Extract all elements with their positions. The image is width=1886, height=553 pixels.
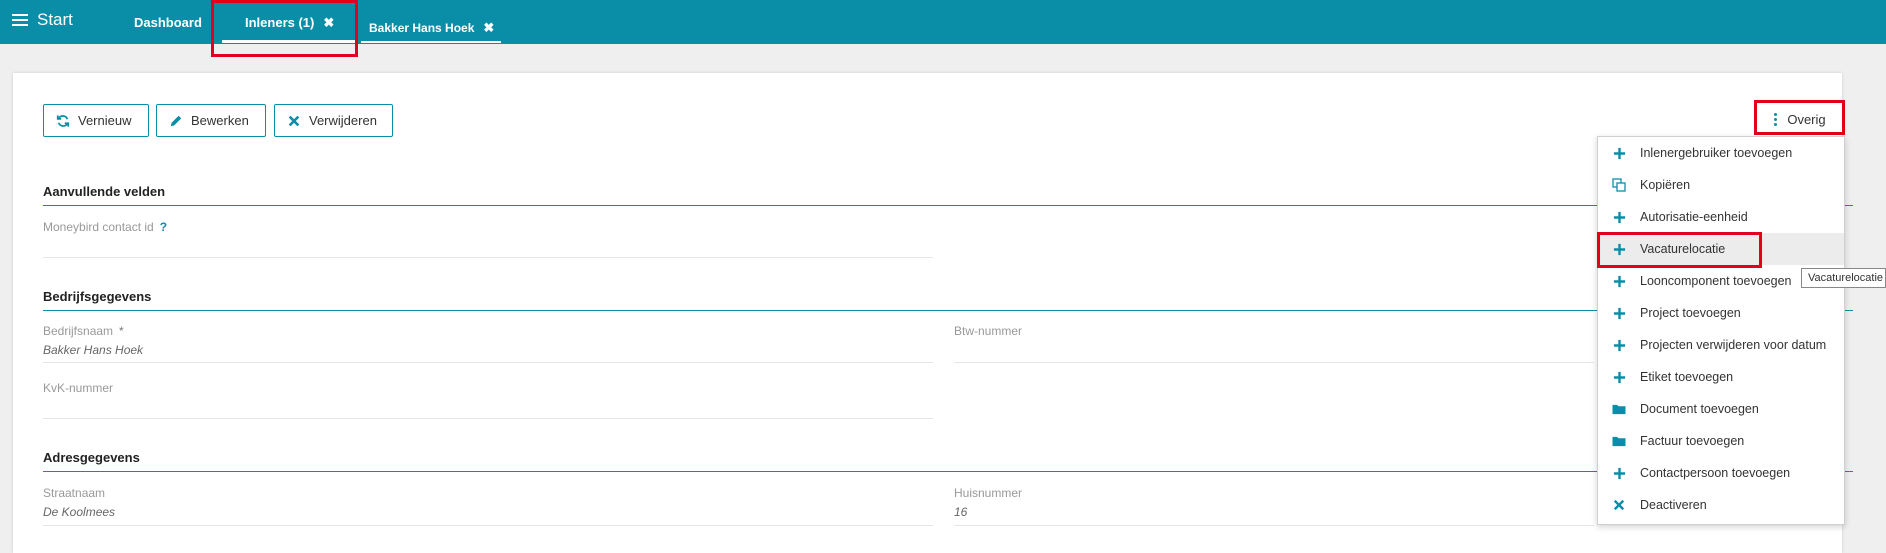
menu-item-label: Autorisatie-eenheid: [1640, 210, 1748, 224]
delete-button[interactable]: Verwijderen: [274, 104, 393, 137]
more-label: Overig: [1787, 111, 1826, 127]
moneybird-label-text: Moneybird contact id: [43, 220, 154, 234]
plus-icon: [1612, 210, 1626, 224]
section-divider: [43, 310, 1853, 311]
house-number-field: [954, 525, 1594, 526]
company-name-field: [43, 362, 933, 363]
menu-item-label: Project toevoegen: [1640, 306, 1741, 320]
folder-icon: [1612, 402, 1626, 416]
menu-item-label: Document toevoegen: [1640, 402, 1759, 416]
refresh-label: Vernieuw: [78, 113, 132, 128]
plus-icon: [1612, 146, 1626, 160]
x-icon: [1612, 498, 1626, 512]
more-vertical-icon: [1774, 111, 1778, 128]
menu-item-label: Kopiëren: [1640, 178, 1691, 192]
x-icon: [288, 115, 300, 126]
tab-bakker-hans-hoek[interactable]: Bakker Hans Hoek ✖: [369, 20, 494, 36]
menu-item-label: Contactpersoon toevoegen: [1640, 466, 1791, 480]
street-field: [43, 525, 933, 526]
tooltip: Vacaturelocatie: [1801, 268, 1886, 288]
menu-item-projecten-verwijderen[interactable]: Projecten verwijderen voor datum: [1598, 329, 1844, 361]
edit-label: Bewerken: [191, 113, 249, 128]
menu-item-inlenergebruiker-toevoegen[interactable]: Inlenergebruiker toevoegen: [1598, 137, 1844, 169]
street-value[interactable]: De Koolmees: [43, 505, 115, 519]
start-label: Start: [37, 10, 73, 29]
menu-item-deactiveren[interactable]: Deactiveren: [1598, 489, 1844, 521]
moneybird-field[interactable]: [43, 257, 933, 258]
hamburger-icon: [12, 11, 28, 29]
plus-icon: [1612, 242, 1626, 256]
copy-icon: [1612, 178, 1626, 192]
menu-item-label: Vacaturelocatie: [1640, 242, 1726, 256]
refresh-button[interactable]: Vernieuw: [43, 104, 149, 137]
plus-icon: [1612, 274, 1626, 288]
menu-item-label: Factuur toevoegen: [1640, 434, 1745, 448]
plus-icon: [1612, 466, 1626, 480]
edit-button[interactable]: Bewerken: [156, 104, 266, 137]
close-icon[interactable]: ✖: [323, 15, 334, 30]
menu-item-label: Deactiveren: [1640, 498, 1707, 512]
more-button[interactable]: Overig: [1759, 103, 1841, 135]
street-label: Straatnaam: [43, 486, 106, 500]
section-divider: [43, 205, 1853, 206]
menu-item-label: Projecten verwijderen voor datum: [1640, 338, 1827, 352]
section-title-address: Adresgegevens: [43, 450, 140, 465]
tab-indicator: [361, 41, 501, 43]
active-tab-indicator: [222, 40, 356, 43]
company-name-label-text: Bedrijfsnaam: [43, 324, 114, 338]
tab-inleners[interactable]: Inleners (1) ✖: [245, 15, 334, 31]
menu-item-document-toevoegen[interactable]: Document toevoegen: [1598, 393, 1844, 425]
pencil-icon: [170, 115, 182, 126]
menu-item-label: Inlenergebruiker toevoegen: [1640, 146, 1793, 160]
menu-item-factuur-toevoegen[interactable]: Factuur toevoegen: [1598, 425, 1844, 457]
start-menu-button[interactable]: Start: [12, 10, 73, 30]
top-bar: Start Dashboard Inleners (1) ✖ Bakker Han…: [0, 0, 1886, 44]
refresh-icon: [56, 114, 70, 127]
more-menu: Inlenergebruiker toevoegen Kopiëren Auto…: [1597, 136, 1845, 525]
plus-icon: [1612, 370, 1626, 384]
section-divider: [43, 471, 1853, 472]
delete-label: Verwijderen: [309, 113, 377, 128]
section-title-company: Bedrijfsgegevens: [43, 289, 152, 304]
plus-icon: [1612, 338, 1626, 352]
company-name-label: Bedrijfsnaam *: [43, 324, 124, 338]
tab-dashboard-label: Dashboard: [134, 15, 202, 30]
main-card: [13, 73, 1842, 553]
section-title-extra: Aanvullende velden: [43, 184, 166, 199]
kvk-label: KvK-nummer: [43, 381, 114, 395]
tab-bakker-label: Bakker Hans Hoek: [369, 21, 475, 35]
help-icon[interactable]: ?: [160, 220, 167, 234]
menu-item-project-toevoegen[interactable]: Project toevoegen: [1598, 297, 1844, 329]
menu-item-contactpersoon-toevoegen[interactable]: Contactpersoon toevoegen: [1598, 457, 1844, 489]
close-icon[interactable]: ✖: [483, 20, 494, 35]
vat-label: Btw-nummer: [954, 324, 1023, 338]
tab-dashboard[interactable]: Dashboard: [134, 15, 202, 30]
vat-field[interactable]: [954, 362, 1594, 363]
kvk-field[interactable]: [43, 418, 933, 419]
menu-item-label: Etiket toevoegen: [1640, 370, 1734, 384]
house-number-value[interactable]: 16: [954, 505, 967, 519]
menu-item-kopieren[interactable]: Kopiëren: [1598, 169, 1844, 201]
required-marker: *: [119, 324, 124, 338]
menu-item-etiket-toevoegen[interactable]: Etiket toevoegen: [1598, 361, 1844, 393]
menu-item-autorisatie-eenheid[interactable]: Autorisatie-eenheid: [1598, 201, 1844, 233]
moneybird-label: Moneybird contact id?: [43, 220, 167, 234]
menu-item-label: Looncomponent toevoegen: [1640, 274, 1792, 288]
tab-inleners-label: Inleners (1): [245, 15, 315, 30]
plus-icon: [1612, 306, 1626, 320]
house-number-label: Huisnummer: [954, 486, 1023, 500]
folder-icon: [1612, 434, 1626, 448]
company-name-value[interactable]: Bakker Hans Hoek: [43, 343, 143, 357]
menu-item-vacaturelocatie[interactable]: Vacaturelocatie: [1598, 233, 1844, 265]
